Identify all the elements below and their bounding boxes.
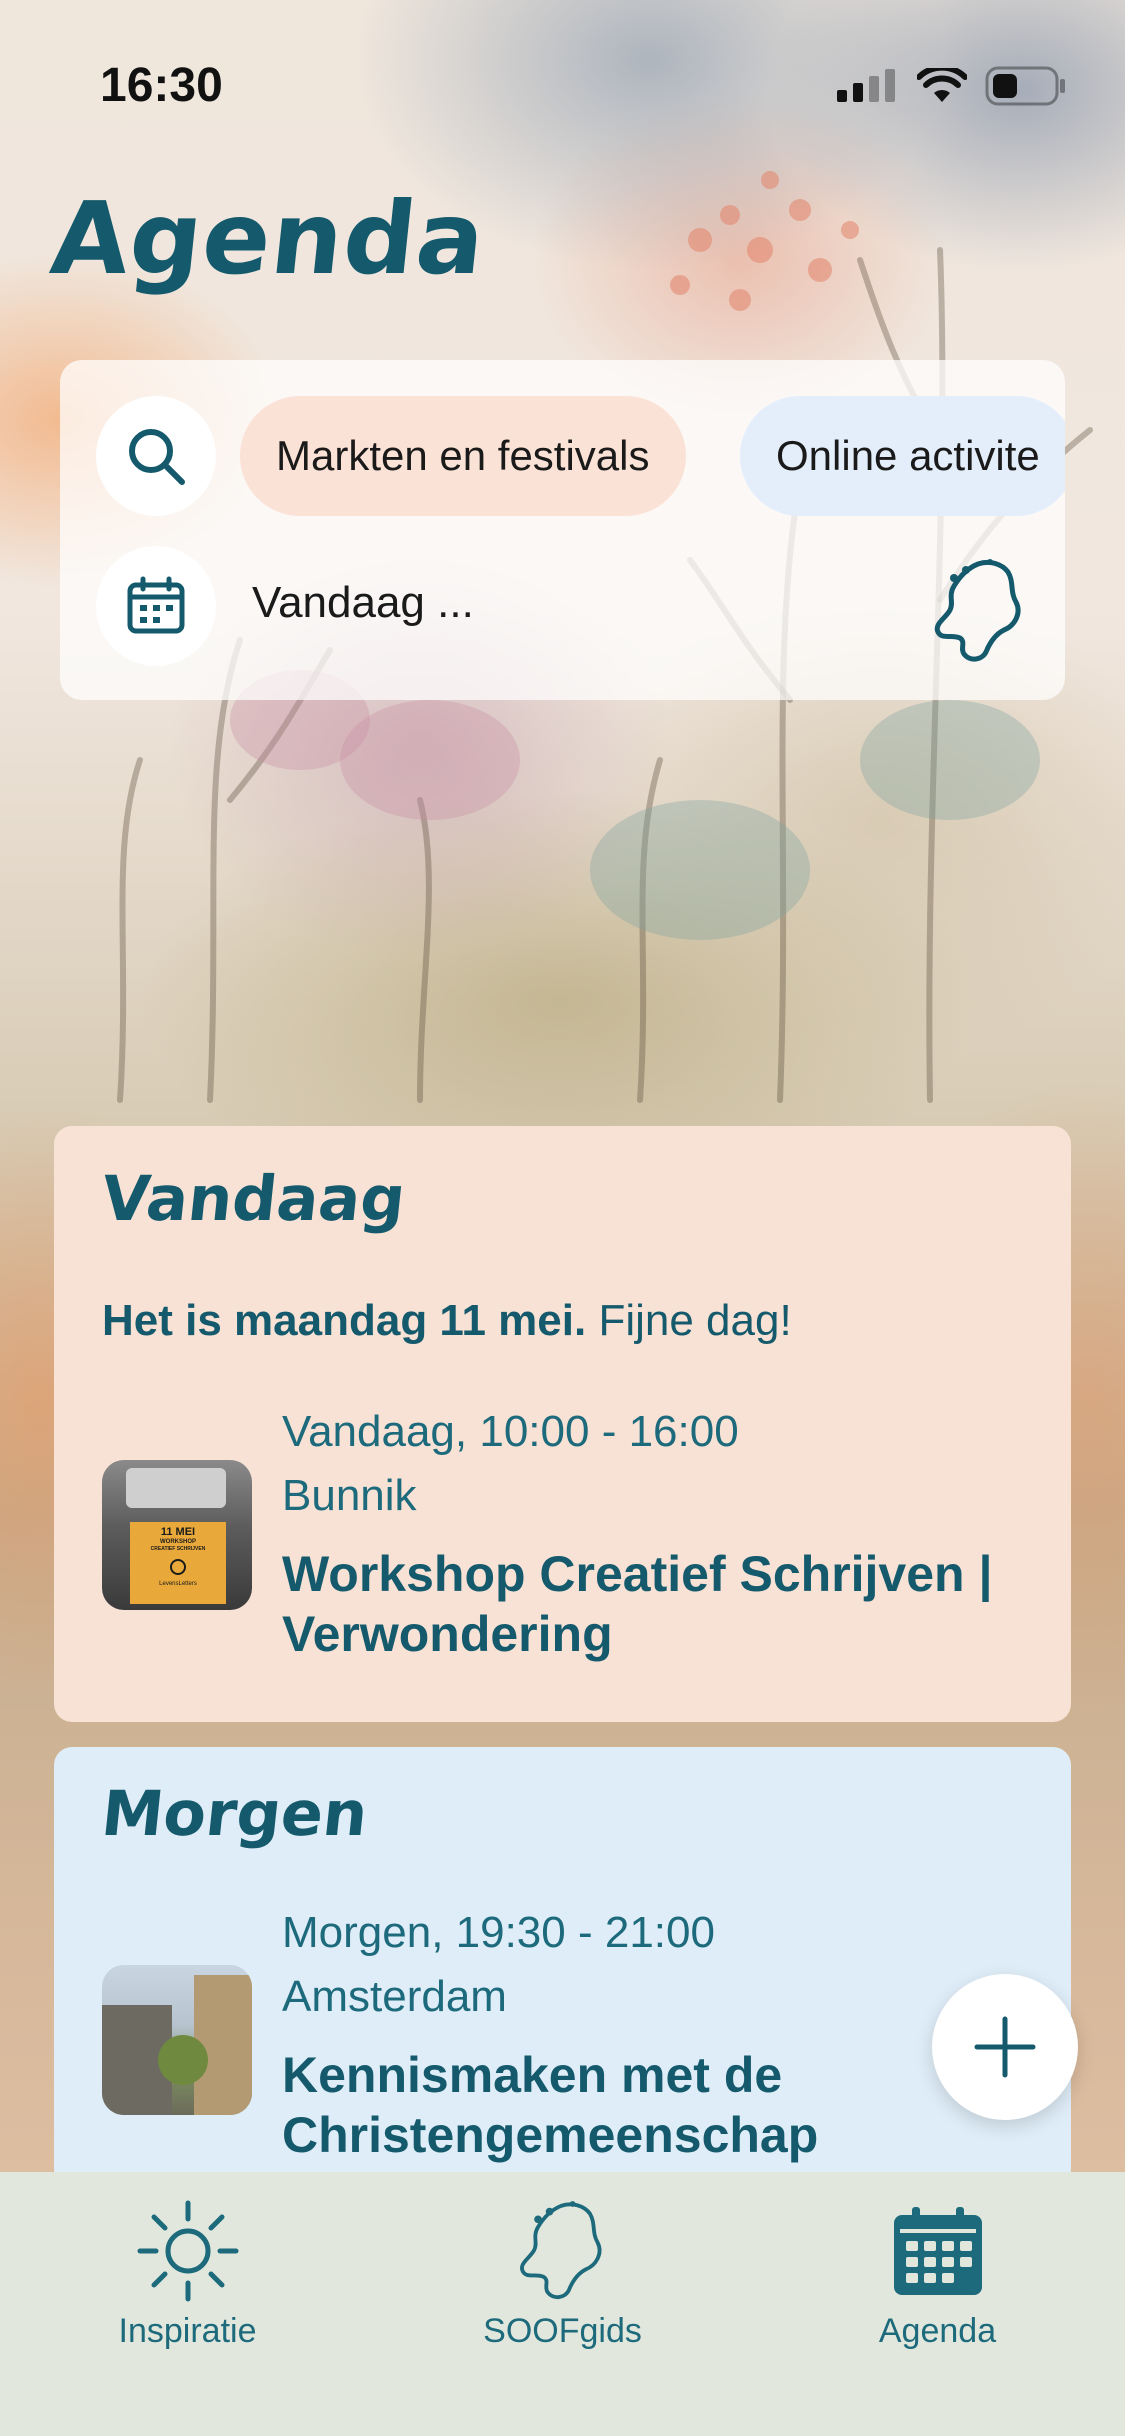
today-greeting: Het is maandag 11 mei. Fijne dag! — [102, 1296, 792, 1346]
search-button[interactable] — [96, 396, 216, 516]
cellular-signal-icon — [837, 69, 895, 102]
event-thumbnail[interactable] — [102, 1965, 252, 2115]
greeting-date: Het is maandag 11 mei. — [102, 1296, 587, 1345]
tab-agenda[interactable]: Agenda — [750, 2172, 1125, 2372]
event-time: Morgen, 19:30 - 21:00 — [282, 1908, 715, 1957]
tab-label: Agenda — [878, 2312, 997, 2350]
calendar-icon — [893, 2207, 982, 2295]
thumbnail-line: CREATIEF SCHRIJVEN — [150, 1546, 206, 1552]
status-icons — [835, 66, 1067, 106]
tab-label: Inspiratie — [118, 2312, 257, 2350]
filter-chip-markets[interactable]: Markten en festivals — [240, 396, 686, 516]
event-title[interactable]: Kennismaken met de Christengemeenschap — [282, 2045, 1042, 2165]
tab-label: SOOFgids — [483, 2312, 642, 2350]
netherlands-map-icon[interactable] — [930, 556, 1030, 666]
filter-panel: Markten en festivals Online activite Van… — [60, 360, 1065, 700]
thumbnail-tree-shape — [158, 2035, 208, 2085]
wifi-icon — [917, 68, 967, 102]
thumbnail-circle-icon — [170, 1559, 186, 1575]
event-location: Amsterdam — [282, 1972, 507, 2021]
search-icon — [129, 429, 185, 485]
thumbnail-line: WORKSHOP — [160, 1539, 196, 1545]
status-time: 16:30 — [100, 59, 223, 112]
thumbnail-brand: LevensLetters — [159, 1581, 197, 1587]
battery-icon — [985, 66, 1065, 106]
calendar-icon — [127, 576, 185, 634]
tab-inspiratie[interactable]: Inspiratie — [0, 2172, 375, 2372]
tomorrow-card: Morgen Morgen, 19:30 - 21:00 Amsterdam K… — [54, 1747, 1071, 2187]
event-thumbnail[interactable]: 11 MEI WORKSHOP CREATIEF SCHRIJVEN Leven… — [102, 1460, 252, 1610]
sun-icon — [137, 2200, 238, 2302]
today-heading: Vandaag — [98, 1162, 409, 1235]
plus-icon — [974, 2016, 1036, 2078]
thumbnail-date: 11 MEI — [160, 1526, 196, 1538]
bottom-tab-bar: Inspiratie SOOFgids Agenda — [0, 2172, 1125, 2436]
today-card: Vandaag Het is maandag 11 mei. Fijne dag… — [54, 1126, 1071, 1722]
page-title: Agenda — [45, 180, 492, 297]
greeting-wish: Fijne dag! — [586, 1296, 792, 1345]
event-title[interactable]: Workshop Creatief Schrijven | Verwonderi… — [282, 1544, 1042, 1664]
date-filter-value[interactable]: Vandaag ... — [252, 578, 474, 628]
status-bar: 16:30 — [0, 0, 1125, 140]
event-time: Vandaag, 10:00 - 16:00 — [282, 1407, 739, 1456]
tab-soofgids[interactable]: SOOFgids — [375, 2172, 750, 2372]
event-location: Bunnik — [282, 1471, 417, 1520]
netherlands-map-icon — [519, 2201, 601, 2299]
thumbnail-poster: 11 MEI WORKSHOP CREATIEF SCHRIJVEN Leven… — [130, 1522, 226, 1604]
thumbnail-window-shape — [126, 1468, 226, 1508]
add-event-button[interactable] — [932, 1974, 1078, 2120]
tomorrow-heading: Morgen — [98, 1777, 372, 1850]
date-picker-button[interactable] — [96, 546, 216, 666]
filter-chip-online[interactable]: Online activite — [740, 396, 1065, 516]
